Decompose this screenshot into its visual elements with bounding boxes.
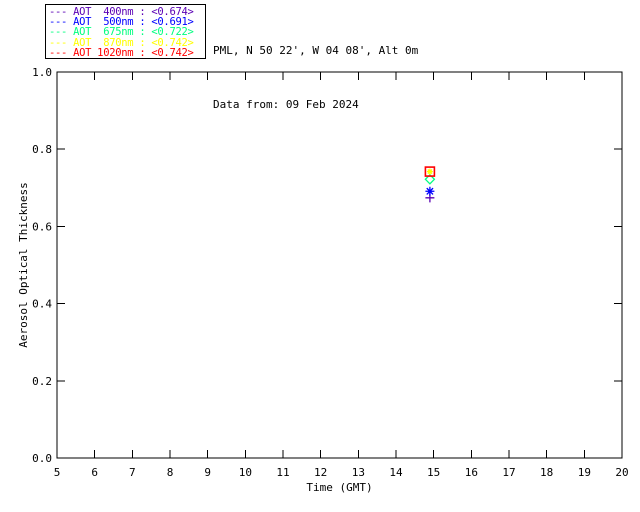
y-tick-label: 0.6	[32, 220, 52, 233]
marker-aot-500nm	[425, 186, 435, 196]
y-tick-label: 0.2	[32, 375, 52, 388]
x-tick-label: 11	[276, 466, 289, 479]
x-tick-label: 13	[352, 466, 365, 479]
y-tick-label: 0.0	[32, 452, 52, 465]
aot-chart: 5 6 7 8 9 10 11 12 13 14 15 16 17 18 19 20 0.0 0.2 0.4 0.6 0…	[17, 66, 629, 494]
x-tick-label: 9	[204, 466, 211, 479]
x-tick-label: 6	[91, 466, 98, 479]
marker-aot-870nm	[426, 168, 433, 175]
x-tick-label: 19	[578, 466, 591, 479]
x-tick-label: 8	[167, 466, 174, 479]
aot-plot-page: --- AOT 400nm : <0.674> --- AOT 500nm : <…	[0, 0, 640, 512]
x-tick-label: 14	[389, 466, 403, 479]
x-axis-label: Time (GMT)	[306, 481, 372, 494]
y-tick-label: 0.4	[32, 298, 52, 311]
x-tick-label: 17	[502, 466, 515, 479]
x-tick-label: 7	[129, 466, 136, 479]
x-tick-label: 20	[615, 466, 628, 479]
x-tick-label: 15	[427, 466, 440, 479]
x-tick-label: 16	[465, 466, 478, 479]
x-tick-label: 12	[314, 466, 327, 479]
y-tick-label: 1.0	[32, 66, 52, 79]
y-axis-label: Aerosol Optical Thickness	[17, 182, 30, 348]
x-tick-label: 5	[54, 466, 61, 479]
plot-border	[56, 71, 623, 459]
x-tick-label: 18	[540, 466, 553, 479]
y-tick-label: 0.8	[32, 143, 52, 156]
x-tick-label: 10	[239, 466, 252, 479]
